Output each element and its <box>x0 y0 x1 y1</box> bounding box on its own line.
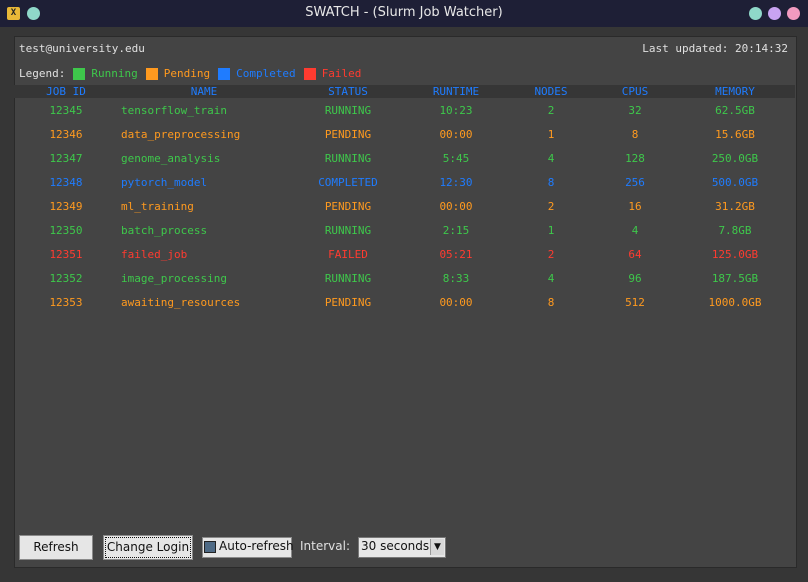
table-cell: 4 <box>547 152 555 165</box>
job-name-cell: data_preprocessing <box>121 128 241 141</box>
table-cell: 128 <box>625 152 645 165</box>
table-cell: 7.8GB <box>718 224 752 237</box>
table-cell: 10:23 <box>439 104 473 117</box>
table-cell: FAILED <box>328 248 368 261</box>
table-cell: 15.6GB <box>715 128 755 141</box>
table-cell: 96 <box>628 272 642 285</box>
table-cell: 8 <box>547 296 555 309</box>
table-cell: RUNNING <box>324 272 372 285</box>
job-name-cell: pytorch_model <box>121 176 208 189</box>
job-name-cell: image_processing <box>121 272 227 285</box>
auto-refresh-checkbox[interactable] <box>204 541 216 553</box>
table-cell: 125.0GB <box>711 248 759 261</box>
last-updated-label: Last updated: 20:14:32 <box>642 42 788 55</box>
table-cell: 12:30 <box>439 176 473 189</box>
table-cell: 2 <box>547 200 555 213</box>
legend-item-running: Running <box>91 67 138 80</box>
legend-swatch-completed <box>218 67 231 80</box>
table-cell: 32 <box>628 104 642 117</box>
table-cell: 2 <box>547 248 555 261</box>
legend: Legend: Running Pending Completed Failed <box>19 67 361 80</box>
table-cell: 1000.0GB <box>708 296 762 309</box>
job-name-cell: failed_job <box>121 248 188 261</box>
table-cell: 31.2GB <box>715 200 755 213</box>
table-cell: 1 <box>547 224 555 237</box>
job-id-cell: 12348 <box>49 176 83 189</box>
table-cell: 512 <box>625 296 645 309</box>
job-name-cell: awaiting_resources <box>121 296 241 309</box>
table-cell: 62.5GB <box>715 104 755 117</box>
interval-label: Interval: <box>300 539 350 553</box>
table-cell: 00:00 <box>439 200 473 213</box>
table-cell: 8 <box>631 128 639 141</box>
legend-item-pending: Pending <box>163 67 211 80</box>
close-icon[interactable] <box>787 7 800 20</box>
table-cell: 187.5GB <box>711 272 759 285</box>
title-bar: X SWATCH - (Slurm Job Watcher) <box>0 0 808 27</box>
job-id-cell: 12349 <box>49 200 83 213</box>
table-cell: RUNNING <box>324 104 372 117</box>
column-header: CPUS <box>621 85 649 98</box>
table-cell: 250.0GB <box>711 152 759 165</box>
column-header: STATUS <box>328 85 368 98</box>
job-name-cell: tensorflow_train <box>121 104 227 117</box>
table-cell: 4 <box>547 272 555 285</box>
interval-select-value: 30 seconds <box>361 539 430 553</box>
refresh-button[interactable]: Refresh <box>19 535 93 560</box>
chevron-down-icon[interactable]: ▼ <box>430 539 444 555</box>
user-label: test@university.edu <box>19 42 145 55</box>
job-name-cell: ml_training <box>121 200 194 213</box>
table-cell: 64 <box>628 248 642 261</box>
table-cell: 8:33 <box>442 272 470 285</box>
job-name-cell: genome_analysis <box>121 152 221 165</box>
minimize-icon[interactable] <box>749 7 762 20</box>
column-header: NAME <box>190 85 218 98</box>
table-cell: 1 <box>547 128 555 141</box>
table-cell: RUNNING <box>324 152 372 165</box>
column-header: NODES <box>534 85 568 98</box>
table-cell: 500.0GB <box>711 176 759 189</box>
column-header: MEMORY <box>715 85 755 98</box>
job-id-cell: 12347 <box>49 152 83 165</box>
table-cell: 5:45 <box>442 152 470 165</box>
job-name-cell: batch_process <box>121 224 208 237</box>
table-cell: RUNNING <box>324 224 372 237</box>
legend-item-failed: Failed <box>321 67 362 80</box>
window-title: SWATCH - (Slurm Job Watcher) <box>305 5 503 20</box>
auto-refresh-label: Auto-refresh <box>219 539 294 553</box>
table-cell: PENDING <box>324 200 372 213</box>
job-id-cell: 12352 <box>49 272 83 285</box>
legend-swatch-running <box>73 67 86 80</box>
table-cell: COMPLETED <box>318 176 378 189</box>
legend-swatch-pending <box>145 67 158 80</box>
column-header: RUNTIME <box>432 85 480 98</box>
table-cell: 00:00 <box>439 128 473 141</box>
table-cell: PENDING <box>324 128 372 141</box>
legend-label: Legend: <box>19 67 66 80</box>
column-header: JOB ID <box>46 85 86 98</box>
table-cell: 4 <box>631 224 639 237</box>
job-id-cell: 12353 <box>49 296 83 309</box>
table-cell: PENDING <box>324 296 372 309</box>
table-cell: 256 <box>625 176 645 189</box>
table-cell: 05:21 <box>439 248 473 261</box>
table-cell: 8 <box>547 176 555 189</box>
job-id-cell: 12350 <box>49 224 83 237</box>
table-cell: 00:00 <box>439 296 473 309</box>
maximize-icon[interactable] <box>768 7 781 20</box>
table-cell: 16 <box>628 200 642 213</box>
table-header <box>14 85 795 98</box>
change-login-button[interactable]: Change Login <box>103 535 193 560</box>
job-id-cell: 12351 <box>49 248 83 261</box>
job-id-cell: 12346 <box>49 128 83 141</box>
job-id-cell: 12345 <box>49 104 83 117</box>
table-cell: 2 <box>547 104 555 117</box>
legend-swatch-failed <box>303 67 316 80</box>
legend-item-completed: Completed <box>236 67 296 80</box>
table-cell: 2:15 <box>442 224 470 237</box>
